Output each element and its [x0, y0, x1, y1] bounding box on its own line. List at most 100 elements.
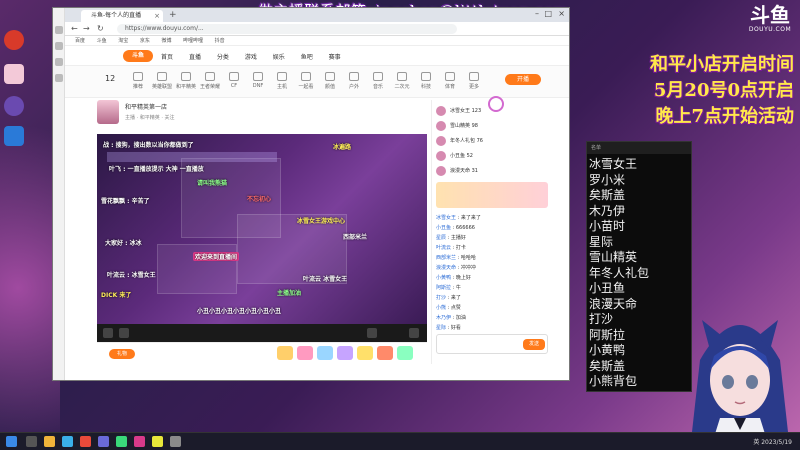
gift-icon[interactable] [337, 346, 353, 360]
avatar [436, 120, 446, 131]
minimize-icon[interactable]: – [535, 9, 539, 18]
sidebar-icon[interactable] [55, 26, 63, 34]
gift-icon[interactable] [317, 346, 333, 360]
category-item[interactable]: CF [223, 72, 245, 89]
danmaku-message: 小丑小丑小丑小丑小丑小丑小丑 [197, 308, 282, 315]
category-item[interactable]: 二次元 [391, 72, 413, 90]
chat-message: 星际 : 好看 [436, 325, 461, 331]
gift-icon[interactable] [357, 346, 373, 360]
danmaku-toggle-icon[interactable] [367, 328, 377, 338]
category-item[interactable]: 一起看 [295, 72, 317, 90]
category-item[interactable]: 户外 [343, 72, 365, 90]
category-item[interactable]: 体育 [439, 72, 461, 90]
desktop-app-icon-2[interactable] [4, 64, 24, 84]
sidebar-icon[interactable] [55, 74, 63, 82]
sidebar-icon[interactable] [55, 42, 63, 50]
desktop-app-icon-3[interactable] [4, 96, 24, 116]
taskbar-app-icon[interactable] [152, 436, 163, 447]
gift-button[interactable]: 礼物 [109, 349, 135, 359]
category-icon [469, 72, 479, 81]
category-item[interactable]: 和平精英 [175, 72, 197, 90]
bookmark-item[interactable]: 抖音 [215, 38, 225, 44]
play-icon[interactable] [103, 328, 113, 338]
category-item[interactable]: 英雄联盟 [151, 72, 173, 90]
bookmark-item[interactable]: 哔哩哔哩 [183, 38, 203, 44]
danmaku-message: 西部米兰 [343, 234, 368, 241]
taskbar-app-icon[interactable] [170, 436, 181, 447]
nav-item[interactable]: 首页 [161, 54, 173, 61]
category-item[interactable]: 颜值 [319, 72, 341, 90]
nav-item[interactable]: 分类 [217, 54, 229, 61]
bookmark-item[interactable]: 淘宝 [118, 38, 128, 44]
bookmark-item[interactable]: 斗鱼 [97, 38, 107, 44]
taskbar-app-icon[interactable] [44, 436, 55, 447]
site-logo[interactable]: 斗鱼 [123, 50, 153, 62]
danmaku-message: 叶飞 : 一直播放提示 大神 一直播放 [109, 166, 204, 173]
close-window-icon[interactable]: × [558, 9, 565, 18]
maximize-icon[interactable]: □ [544, 9, 552, 18]
nav-item[interactable]: 鱼吧 [301, 54, 313, 61]
reload-icon[interactable]: ↻ [97, 24, 104, 34]
floating-badge-icon[interactable] [488, 96, 504, 112]
streamer-avatar[interactable] [97, 100, 119, 124]
start-live-button[interactable]: 开播 [505, 74, 541, 85]
start-icon[interactable] [6, 436, 17, 447]
taskbar-app-icon[interactable] [62, 436, 73, 447]
close-icon[interactable]: × [154, 10, 160, 22]
name-list: 冰雪女王 罗小米 矣斯盖 木乃伊 小苗时 星际 雪山精英 年冬人礼包 小丑鱼 浪漫天命 打沙 阿斯拉小… [587, 154, 691, 391]
gift-icon[interactable] [377, 346, 393, 360]
volume-icon[interactable] [119, 328, 129, 338]
taskbar-app-icon[interactable] [80, 436, 91, 447]
site-nav: 首页 直播 分类 游戏 娱乐 鱼吧 赛事 [161, 52, 355, 61]
nav-item[interactable]: 直播 [189, 54, 201, 61]
url-input[interactable]: https://www.douyu.com/... [117, 24, 457, 34]
system-tray[interactable]: 英 2023/5/19 [753, 437, 792, 446]
rank-row[interactable]: 小丑鱼 52 [436, 149, 548, 163]
category-item[interactable]: DNF [247, 72, 269, 89]
gift-icon[interactable] [397, 346, 413, 360]
nav-item[interactable]: 赛事 [329, 54, 341, 61]
taskbar: 英 2023/5/19 [0, 432, 800, 450]
new-tab-icon[interactable]: + [169, 10, 177, 20]
rank-row[interactable]: 雪山精英 98 [436, 119, 548, 133]
sidebar-icon[interactable] [55, 58, 63, 66]
browser-tab[interactable]: 斗鱼-每个人的直播 × [81, 10, 163, 22]
category-item[interactable]: 音乐 [367, 72, 389, 90]
fullscreen-icon[interactable] [409, 328, 419, 338]
category-item[interactable]: 王者荣耀 [199, 72, 221, 90]
chat-input[interactable]: 发送 [436, 334, 548, 354]
back-icon[interactable]: ← [71, 24, 78, 34]
bookmark-item[interactable]: 百度 [75, 38, 85, 44]
bookmark-item[interactable]: 微博 [161, 38, 171, 44]
nav-item[interactable]: 娱乐 [273, 54, 285, 61]
avatar [436, 105, 446, 116]
video-player[interactable]: 战 : 搜狗，搜出数以当你都做到了 冰遍路 叶飞 : 一直播放提示 大神 一直播放请… [97, 134, 427, 324]
gift-icon[interactable] [297, 346, 313, 360]
taskbar-app-icon[interactable] [26, 436, 37, 447]
danmaku-message: 欢迎来到直播间 [193, 252, 240, 261]
bookmark-item[interactable]: 京东 [140, 38, 150, 44]
danmaku-message: 叶流云 : 冰雪女王 [107, 272, 156, 279]
taskbar-app-icon[interactable] [98, 436, 109, 447]
category-item[interactable]: 推荐 [127, 72, 149, 90]
site-header: 斗鱼 首页 直播 分类 游戏 娱乐 鱼吧 赛事 [65, 46, 569, 66]
send-button[interactable]: 发送 [523, 339, 545, 350]
category-item[interactable]: 更多 [463, 72, 485, 90]
chat-message: 小黄鸭 : 晚上好 [436, 275, 471, 281]
forward-icon[interactable]: → [83, 24, 90, 34]
desktop-app-icon-4[interactable] [4, 126, 24, 146]
category-item[interactable]: 主机 [271, 72, 293, 90]
taskbar-app-icon[interactable] [116, 436, 127, 447]
rank-row[interactable]: 年冬人礼包 76 [436, 134, 548, 148]
gift-icon[interactable] [277, 346, 293, 360]
promo-banner[interactable] [436, 182, 548, 208]
category-item[interactable]: 科技 [415, 72, 437, 90]
chat-message: 阿斯拉 : 牛 [436, 285, 461, 291]
desktop-app-icon-1[interactable] [4, 30, 24, 50]
danmaku-message: 不忘初心 [247, 196, 272, 203]
rank-row[interactable]: 浪漫天命 31 [436, 164, 548, 178]
gift-bar: 礼物 [97, 342, 427, 364]
taskbar-app-icon[interactable] [134, 436, 145, 447]
danmaku-message: 冰雪女王游戏中心 [297, 218, 346, 225]
nav-item[interactable]: 游戏 [245, 54, 257, 61]
